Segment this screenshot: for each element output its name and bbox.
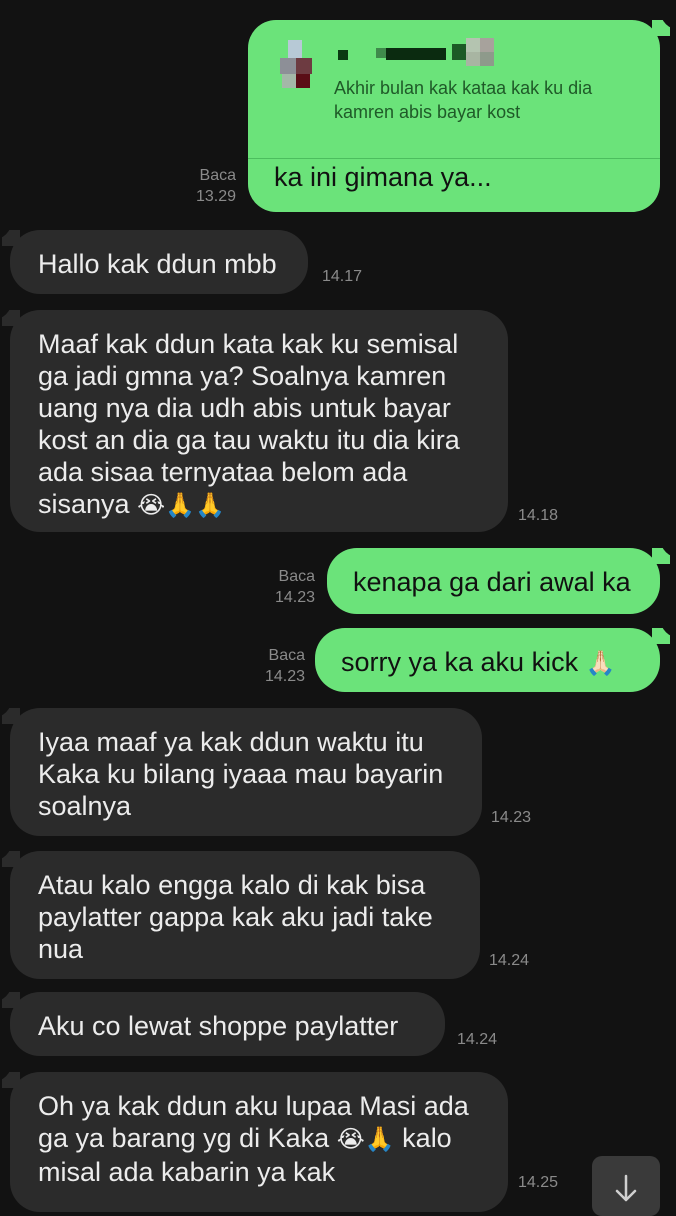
- outgoing-message-bubble[interactable]: kenapa ga dari awal ka: [327, 548, 660, 614]
- incoming-message-bubble[interactable]: Hallo kak ddun mbb: [10, 230, 308, 294]
- incoming-message-bubble[interactable]: Maaf kak ddun kata kak ku semisal ga jad…: [10, 310, 508, 532]
- bubble-tail: [0, 1062, 20, 1088]
- bubble-tail: [0, 982, 20, 1008]
- incoming-message-bubble[interactable]: Iyaa maaf ya kak ddun waktu itu Kaka ku …: [10, 708, 482, 836]
- message-text: sorry ya ka aku kick: [341, 647, 579, 677]
- bubble-tail: [0, 220, 20, 246]
- message-text: ka ini gimana ya...: [274, 162, 492, 192]
- read-status: Baca: [278, 568, 315, 585]
- blurred-avatar: [280, 40, 320, 102]
- read-status: Baca: [268, 647, 305, 664]
- bubble-tail: [0, 841, 20, 867]
- message-meta: Baca 14.23: [275, 566, 315, 608]
- bubble-tail: [652, 10, 676, 36]
- bubble-tail: [0, 698, 20, 724]
- bubble-tail: [0, 300, 20, 326]
- reply-message-bubble[interactable]: Akhir bulan kak kataa kak ku dia kamren …: [248, 20, 660, 212]
- incoming-message-bubble[interactable]: Oh ya kak ddun aku lupaa Masi ada ga ya …: [10, 1072, 508, 1212]
- bubble-tail: [652, 618, 676, 644]
- message-time: 14.17: [322, 268, 363, 285]
- message-time: 14.23: [264, 668, 305, 685]
- message-time: 14.24: [489, 952, 530, 969]
- message-text: kenapa ga dari awal ka: [353, 567, 631, 597]
- message-time: 14.18: [518, 507, 559, 524]
- quoted-message-text: Akhir bulan kak kataa kak ku dia kamren …: [334, 78, 593, 122]
- incoming-message-bubble[interactable]: Aku co lewat shoppe paylatter: [10, 992, 445, 1056]
- message-time: 14.24: [457, 1031, 498, 1048]
- message-text: Aku co lewat shoppe paylatter: [38, 1011, 399, 1041]
- message-time: 14.23: [274, 589, 315, 606]
- incoming-message-bubble[interactable]: Atau kalo engga kalo di kak bisa paylatt…: [10, 851, 480, 979]
- chat-view: Akhir bulan kak kataa kak ku dia kamren …: [0, 0, 676, 1216]
- emoji: 🙏🏻: [585, 650, 616, 677]
- reply-divider: [248, 158, 660, 159]
- message-time: 14.23: [491, 809, 532, 826]
- message-time: 13.29: [195, 188, 236, 205]
- message-meta: Baca 13.29: [196, 165, 236, 207]
- blurred-thumbnail: [466, 38, 494, 78]
- message-text: Hallo kak ddun mbb: [38, 249, 277, 279]
- message-meta: Baca 14.23: [265, 645, 305, 687]
- message-text: Maaf kak ddun kata kak ku semisal ga jad…: [38, 329, 460, 519]
- bubble-tail: [652, 538, 676, 564]
- message-text: Atau kalo engga kalo di kak bisa paylatt…: [38, 870, 433, 964]
- scroll-to-bottom-button[interactable]: [592, 1156, 660, 1216]
- outgoing-message-bubble[interactable]: sorry ya ka aku kick 🙏🏻: [315, 628, 660, 692]
- emoji: 😭🙏: [336, 1126, 395, 1153]
- message-time: 14.25: [518, 1174, 559, 1191]
- emoji: 😭🙏🙏: [137, 492, 225, 519]
- read-status: Baca: [199, 167, 236, 184]
- message-text: Iyaa maaf ya kak ddun waktu itu Kaka ku …: [38, 727, 444, 821]
